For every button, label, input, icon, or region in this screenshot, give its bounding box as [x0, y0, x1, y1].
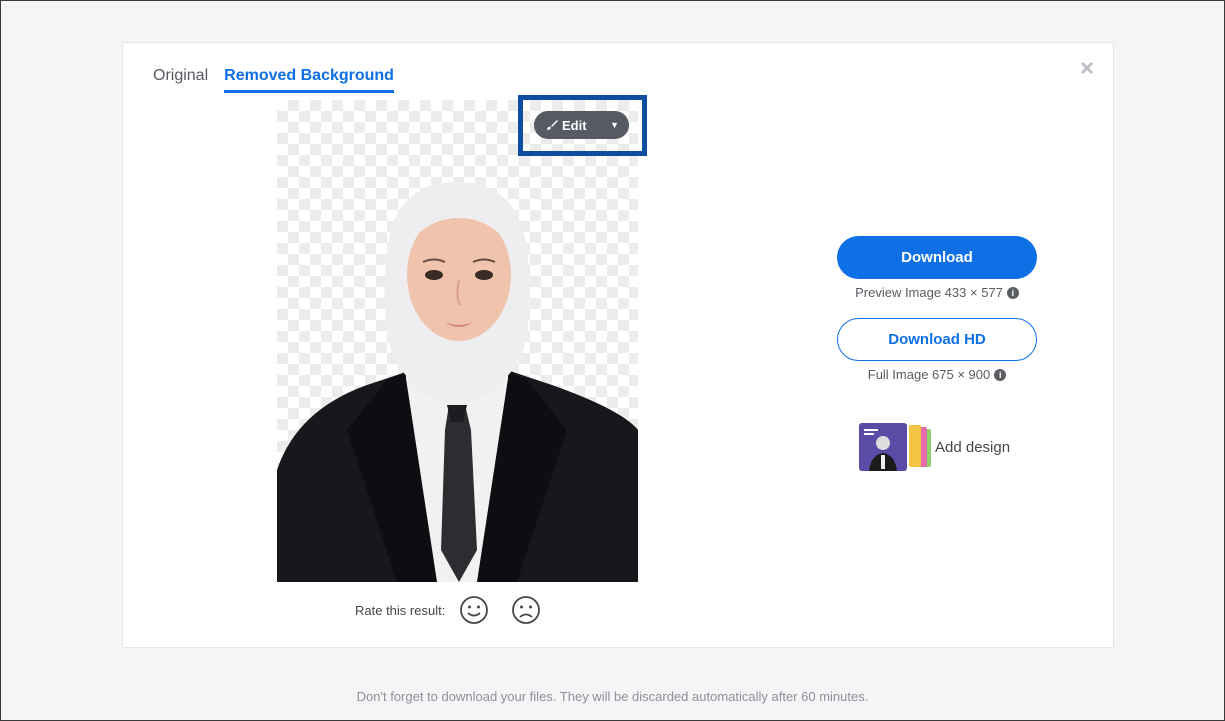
download-hd-button[interactable]: Download HD	[837, 318, 1037, 361]
preview-image-label: Preview Image 433 × 577	[855, 285, 1003, 300]
info-icon[interactable]: i	[1006, 286, 1019, 299]
brush-icon	[546, 119, 558, 131]
tab-removed-background[interactable]: Removed Background	[224, 67, 394, 93]
caret-down-icon[interactable]: ▼	[610, 120, 619, 130]
preview-image-info: Preview Image 433 × 577 i	[807, 285, 1067, 300]
edit-button[interactable]: Edit ▼	[534, 111, 629, 139]
result-image	[277, 100, 638, 582]
result-card: Original Removed Background × Edit ▼ Rat…	[122, 42, 1114, 648]
rating-label: Rate this result:	[355, 602, 446, 618]
frown-icon[interactable]	[511, 595, 541, 625]
smile-icon[interactable]	[459, 595, 489, 625]
expiry-notice: Don't forget to download your files. The…	[356, 689, 869, 704]
download-button[interactable]: Download	[837, 236, 1037, 279]
full-image-info: Full Image 675 × 900 i	[807, 367, 1067, 382]
design-thumbnails	[859, 423, 935, 471]
close-icon[interactable]: ×	[1077, 57, 1097, 81]
info-icon[interactable]: i	[994, 368, 1007, 381]
view-tabs: Original Removed Background	[153, 67, 394, 93]
add-design-button[interactable]: Add design	[859, 423, 1010, 471]
add-design-label: Add design	[935, 438, 1011, 456]
rating-row: Rate this result:	[355, 595, 563, 625]
full-image-label: Full Image 675 × 900	[867, 367, 991, 382]
tab-original[interactable]: Original	[153, 67, 208, 93]
person-cutout-image	[277, 182, 638, 582]
edit-button-label: Edit	[562, 117, 587, 133]
